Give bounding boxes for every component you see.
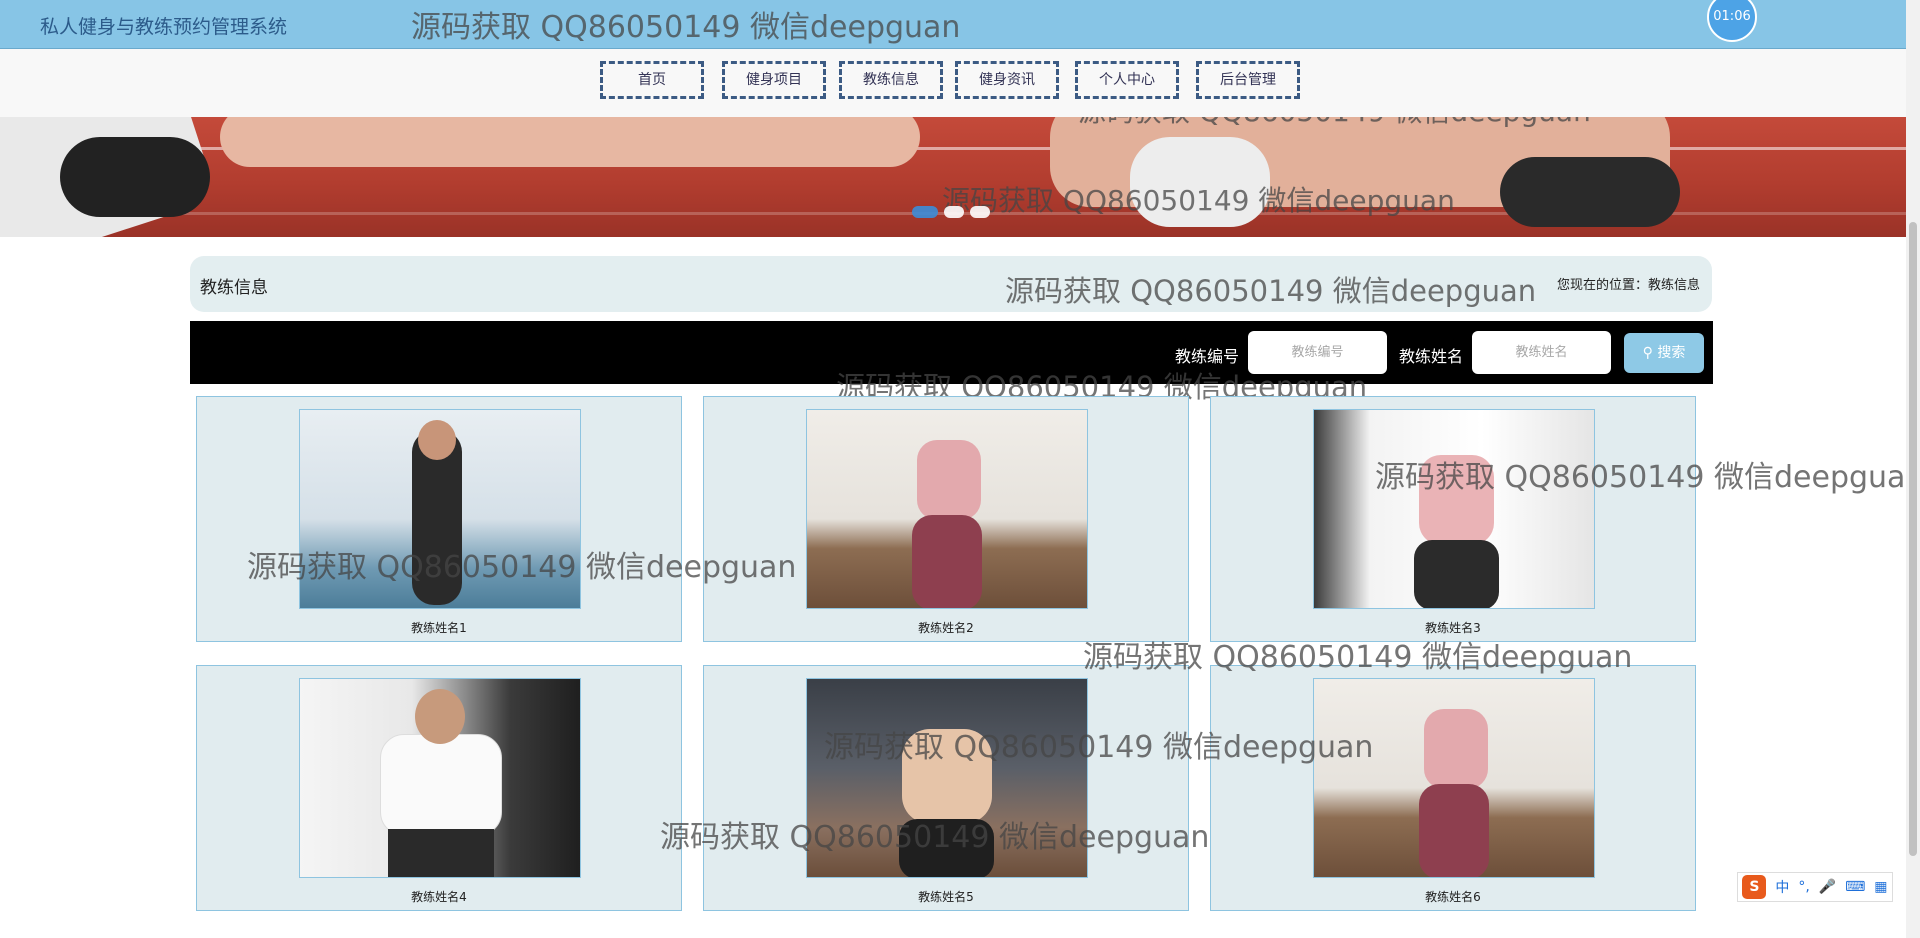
- scrollbar-thumb[interactable]: [1909, 222, 1917, 856]
- coach-figure: [899, 819, 994, 877]
- ime-mode-toggle[interactable]: 中: [1775, 877, 1789, 897]
- carousel-dot[interactable]: [944, 206, 964, 218]
- coach-photo[interactable]: [1313, 409, 1595, 609]
- coach-figure: [1424, 709, 1488, 789]
- search-button-label: 搜索: [1657, 345, 1686, 361]
- ime-toolbar[interactable]: S 中 °, 🎤 ⌨ ▦: [1737, 872, 1893, 902]
- coach-figure: [1414, 540, 1499, 608]
- coach-figure: [902, 729, 992, 824]
- watermark-text: 源码获取 QQ86050149 微信deepguan: [411, 10, 961, 45]
- watermark-text: 源码获取 QQ86050149 微信deepguan: [1005, 274, 1537, 308]
- banner-shoe-shape: [60, 137, 210, 217]
- coach-name[interactable]: 教练姓名5: [704, 888, 1188, 905]
- banner-carousel: 源码获取 QQ86050149 微信deepguan 源码获取 QQ860501…: [0, 117, 1920, 237]
- coach-id-input[interactable]: [1248, 331, 1387, 374]
- coach-figure: [1419, 784, 1489, 877]
- coach-name[interactable]: 教练姓名3: [1211, 619, 1695, 636]
- coach-card[interactable]: 教练姓名6: [1210, 665, 1696, 911]
- section-header: 教练信息 源码获取 QQ86050149 微信deepguan 您现在的位置：教…: [190, 256, 1712, 312]
- coach-figure: [388, 829, 494, 877]
- site-title: 私人健身与教练预约管理系统: [40, 16, 288, 38]
- coach-photo[interactable]: [806, 678, 1088, 878]
- banner-leg-shape: [220, 117, 920, 167]
- coach-card[interactable]: 教练姓名4: [196, 665, 682, 911]
- grid-menu-icon[interactable]: ▦: [1874, 879, 1887, 895]
- coach-figure: [917, 440, 981, 520]
- coach-card[interactable]: 教练姓名3: [1210, 396, 1696, 642]
- coach-name-input[interactable]: [1472, 331, 1611, 374]
- nav-personal-center[interactable]: 个人中心: [1075, 61, 1179, 99]
- coach-name[interactable]: 教练姓名4: [197, 888, 681, 905]
- coach-photo[interactable]: [1313, 678, 1595, 878]
- top-header: 私人健身与教练预约管理系统 源码获取 QQ86050149 微信deepguan: [0, 0, 1920, 49]
- coach-photo[interactable]: [299, 409, 581, 609]
- nav-fitness-projects[interactable]: 健身项目: [722, 61, 826, 99]
- breadcrumb: 您现在的位置：教练信息: [1556, 278, 1700, 293]
- coach-figure-head: [415, 689, 465, 744]
- keyboard-icon[interactable]: ⌨: [1845, 879, 1865, 895]
- coach-figure: [1419, 455, 1494, 545]
- search-button[interactable]: ⚲ 搜索: [1624, 333, 1704, 373]
- punctuation-icon[interactable]: °,: [1798, 879, 1809, 895]
- banner-cloth-shape: [1130, 137, 1270, 227]
- nav-home[interactable]: 首页: [600, 61, 704, 99]
- nav-fitness-news[interactable]: 健身资讯: [955, 61, 1059, 99]
- coach-name[interactable]: 教练姓名1: [197, 619, 681, 636]
- ime-logo-icon[interactable]: S: [1742, 875, 1767, 899]
- banner-glove-shape: [1500, 157, 1680, 227]
- search-icon: ⚲: [1642, 345, 1653, 361]
- coach-photo[interactable]: [806, 409, 1088, 609]
- carousel-dot[interactable]: [912, 206, 938, 218]
- main-nav: 首页 健身项目 教练信息 健身资讯 个人中心 后台管理: [0, 49, 1920, 117]
- section-title: 教练信息: [200, 278, 268, 298]
- coach-name[interactable]: 教练姓名2: [704, 619, 1188, 636]
- nav-coach-info[interactable]: 教练信息: [839, 61, 943, 99]
- coach-id-label: 教练编号: [1175, 347, 1240, 366]
- coach-figure: [912, 515, 982, 608]
- carousel-dot[interactable]: [970, 206, 990, 218]
- search-bar: 教练编号 教练姓名 ⚲ 搜索: [190, 321, 1713, 384]
- coach-photo[interactable]: [299, 678, 581, 878]
- nav-admin[interactable]: 后台管理: [1196, 61, 1300, 99]
- coach-card[interactable]: 教练姓名2: [703, 396, 1189, 642]
- coach-card[interactable]: 教练姓名1: [196, 396, 682, 642]
- coach-name-label: 教练姓名: [1399, 347, 1464, 366]
- coach-card[interactable]: 教练姓名5: [703, 665, 1189, 911]
- coach-figure-head: [418, 420, 456, 460]
- coach-figure: [380, 734, 502, 836]
- coach-name[interactable]: 教练姓名6: [1211, 888, 1695, 905]
- page-scrollbar[interactable]: [1906, 0, 1920, 938]
- microphone-icon[interactable]: 🎤: [1819, 879, 1836, 895]
